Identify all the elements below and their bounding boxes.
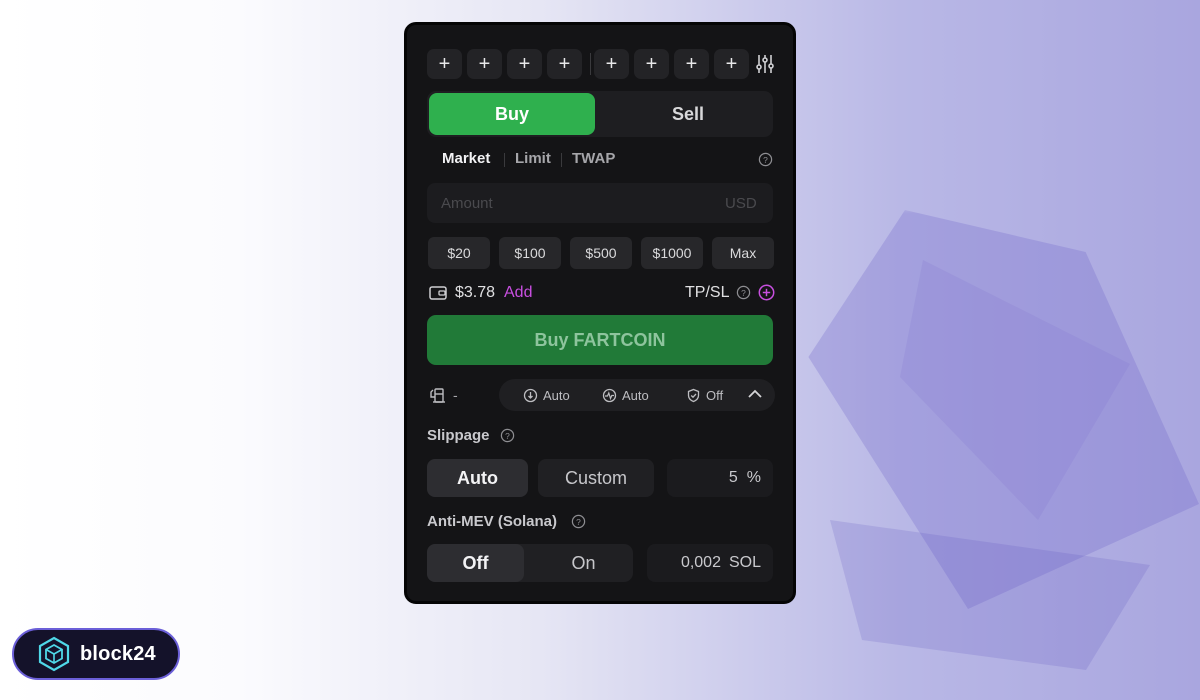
trade-panel: + + + + + + + + Buy Sell Market Limit TW… bbox=[404, 22, 796, 604]
gas-fee-icon bbox=[430, 388, 445, 403]
amount-input[interactable] bbox=[441, 192, 691, 214]
brand-name: block24 bbox=[80, 642, 156, 665]
slippage-icon bbox=[602, 388, 617, 403]
slippage-value-field[interactable]: 5 % bbox=[667, 459, 773, 497]
help-icon[interactable]: ? bbox=[758, 152, 773, 167]
slippage-label: Slippage bbox=[427, 427, 490, 444]
buy-tab[interactable]: Buy bbox=[429, 93, 595, 135]
quick-add-button[interactable]: + bbox=[427, 49, 462, 79]
quick-add-button[interactable]: + bbox=[594, 49, 629, 79]
preset-20-button[interactable]: $20 bbox=[428, 237, 490, 269]
divider bbox=[590, 53, 591, 75]
preset-500-button[interactable]: $500 bbox=[570, 237, 632, 269]
slippage-pill-label: Auto bbox=[622, 388, 649, 403]
shield-icon bbox=[687, 388, 700, 403]
divider bbox=[504, 153, 505, 167]
preset-1000-button[interactable]: $1000 bbox=[641, 237, 703, 269]
mev-protection-setting[interactable]: Off bbox=[686, 388, 723, 403]
sell-tab[interactable]: Sell bbox=[605, 93, 771, 135]
divider bbox=[561, 153, 562, 167]
quick-add-button[interactable]: + bbox=[674, 49, 709, 79]
priority-fee-setting[interactable]: Auto bbox=[523, 388, 570, 403]
slippage-value: 5 bbox=[728, 469, 738, 486]
order-type-twap[interactable]: TWAP bbox=[572, 150, 615, 167]
brand-logo: block24 bbox=[12, 628, 180, 680]
buy-submit-button[interactable]: Buy FARTCOIN bbox=[427, 315, 773, 365]
svg-text:?: ? bbox=[763, 155, 768, 165]
anti-mev-off-button[interactable]: Off bbox=[427, 544, 524, 582]
preset-100-button[interactable]: $100 bbox=[499, 237, 561, 269]
fee-value: - bbox=[453, 387, 458, 403]
help-icon[interactable]: ? bbox=[736, 285, 751, 300]
anti-mev-on-button[interactable]: On bbox=[534, 544, 633, 582]
add-tpsl-icon[interactable] bbox=[758, 284, 775, 301]
quick-add-button[interactable]: + bbox=[507, 49, 542, 79]
anti-mev-tip-field[interactable]: 0,002 SOL bbox=[647, 544, 773, 582]
svg-text:?: ? bbox=[741, 288, 746, 298]
amount-unit: USD bbox=[725, 195, 757, 212]
anti-mev-tip-value: 0,002 bbox=[680, 554, 721, 571]
slippage-unit: % bbox=[746, 469, 761, 486]
wallet-icon bbox=[429, 286, 447, 300]
quick-add-button[interactable]: + bbox=[634, 49, 669, 79]
svg-text:?: ? bbox=[576, 517, 581, 527]
quick-add-button[interactable]: + bbox=[467, 49, 502, 79]
priority-fee-label: Auto bbox=[543, 388, 570, 403]
add-funds-link[interactable]: Add bbox=[504, 284, 532, 302]
quick-add-button[interactable]: + bbox=[547, 49, 582, 79]
slippage-setting[interactable]: Auto bbox=[602, 388, 649, 403]
preset-max-button[interactable]: Max bbox=[712, 237, 774, 269]
slippage-auto-button[interactable]: Auto bbox=[427, 459, 528, 497]
cube-logo-icon bbox=[38, 636, 70, 672]
anti-mev-label: Anti-MEV (Solana) bbox=[427, 513, 557, 530]
order-type-limit[interactable]: Limit bbox=[515, 150, 551, 167]
settings-sliders-icon[interactable] bbox=[755, 53, 775, 75]
chevron-up-icon[interactable] bbox=[747, 387, 763, 401]
help-icon[interactable]: ? bbox=[500, 428, 515, 443]
anti-mev-tip-unit: SOL bbox=[728, 554, 761, 571]
quick-add-button[interactable]: + bbox=[714, 49, 749, 79]
order-type-market[interactable]: Market bbox=[442, 150, 490, 167]
svg-text:?: ? bbox=[505, 431, 510, 441]
tpsl-label: TP/SL bbox=[685, 284, 730, 301]
help-icon[interactable]: ? bbox=[571, 514, 586, 529]
priority-fee-icon bbox=[523, 388, 538, 403]
slippage-custom-button[interactable]: Custom bbox=[538, 459, 654, 497]
mev-pill-label: Off bbox=[706, 388, 724, 403]
wallet-balance: $3.78 bbox=[455, 284, 496, 301]
